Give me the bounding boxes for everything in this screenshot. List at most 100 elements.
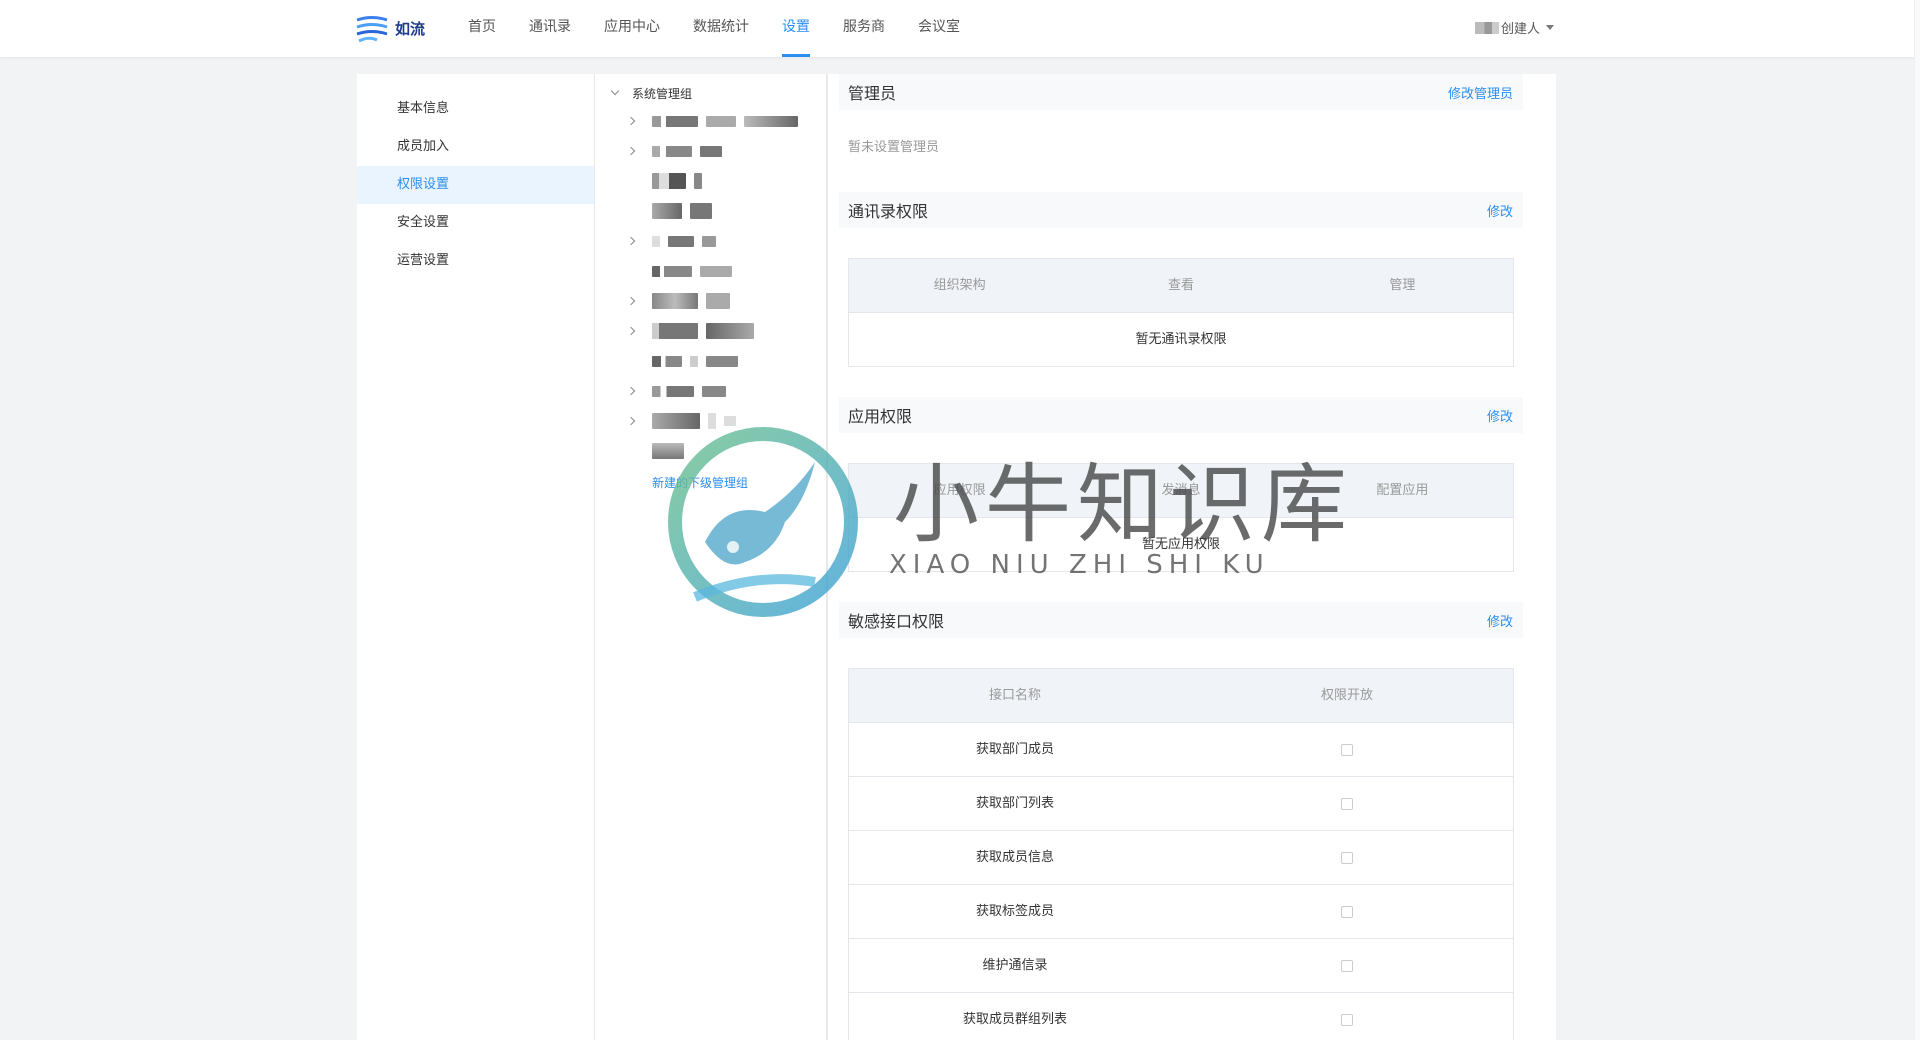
blurred-name	[652, 203, 682, 219]
tree-node[interactable]	[596, 316, 826, 346]
tree-node[interactable]	[596, 406, 826, 436]
section-title: 敏感接口权限	[848, 612, 945, 631]
permission-content: 管理员 修改管理员 暂未设置管理员 通讯录权限 修改 组织架构 查看 管理 暂无…	[831, 74, 1523, 1040]
user-role: 创建人	[1500, 22, 1540, 37]
chevron-right-icon[interactable]	[626, 296, 636, 306]
table-header: 接口名称 权限开放	[849, 669, 1513, 723]
nav-settings[interactable]: 设置	[782, 0, 810, 57]
permission-checkbox[interactable]	[1341, 851, 1353, 864]
chevron-right-icon[interactable]	[626, 116, 636, 126]
chevron-right-icon[interactable]	[626, 416, 636, 426]
blurred-name	[744, 115, 798, 127]
caret-down-icon	[1546, 25, 1554, 30]
tree-root[interactable]: 系统管理组	[596, 80, 826, 106]
admin-empty-note: 暂未设置管理员	[848, 140, 940, 155]
section-title: 管理员	[848, 84, 897, 103]
blurred-name	[694, 173, 702, 189]
tree-node[interactable]	[596, 286, 826, 316]
sidebar-item-operations[interactable]: 运营设置	[357, 242, 594, 280]
blurred-name	[702, 385, 726, 397]
column-header: 发消息	[1161, 483, 1201, 498]
permission-checkbox[interactable]	[1341, 1014, 1353, 1026]
sidebar-item-basic-info[interactable]: 基本信息	[357, 90, 594, 128]
nav-service-providers[interactable]: 服务商	[843, 0, 885, 57]
column-header: 管理	[1389, 278, 1416, 293]
blurred-name	[652, 413, 700, 429]
app-logo[interactable]: 如流	[355, 12, 435, 46]
edit-contacts-permission-link[interactable]: 修改	[1487, 201, 1523, 220]
chevron-right-icon[interactable]	[626, 146, 636, 156]
api-name: 获取标签成员	[975, 903, 1054, 919]
app-permission-header: 应用权限 修改	[839, 397, 1523, 433]
nav-home[interactable]: 首页	[468, 0, 496, 57]
tree-node[interactable]	[596, 166, 826, 196]
edit-app-permission-link[interactable]: 修改	[1487, 406, 1523, 425]
new-sub-group-link[interactable]: 新建的下级管理组	[596, 472, 826, 494]
edit-sensitive-permission-link[interactable]: 修改	[1487, 611, 1523, 630]
permission-checkbox[interactable]	[1341, 743, 1353, 756]
nav-meeting-room[interactable]: 会议室	[918, 0, 960, 57]
permission-checkbox[interactable]	[1341, 797, 1353, 810]
blurred-name	[652, 355, 682, 367]
chevron-right-icon[interactable]	[626, 326, 636, 336]
blurred-name	[652, 385, 694, 397]
column-header: 配置应用	[1376, 483, 1429, 498]
chevron-right-icon[interactable]	[626, 386, 636, 396]
user-menu[interactable]: 创建人	[1474, 18, 1554, 37]
tree-node[interactable]	[596, 196, 826, 226]
blurred-name	[652, 173, 686, 189]
api-name: 维护通信录	[982, 957, 1048, 973]
permission-checkbox[interactable]	[1341, 959, 1353, 972]
tree-node[interactable]	[596, 376, 826, 406]
logo-text: 如流	[395, 19, 426, 38]
section-title: 通讯录权限	[848, 202, 929, 221]
tree-node[interactable]	[596, 136, 826, 166]
blurred-name	[700, 145, 722, 157]
settings-sidebar: 基本信息 成员加入 权限设置 安全设置 运营设置	[357, 74, 595, 1040]
table-header: 组织架构 查看 管理	[849, 259, 1513, 313]
column-header: 组织架构	[933, 278, 986, 293]
tree-node[interactable]	[596, 346, 826, 376]
sidebar-item-permissions[interactable]: 权限设置	[357, 166, 594, 204]
table-row: 维护通信录	[849, 939, 1513, 993]
contacts-permission-table: 组织架构 查看 管理 暂无通讯录权限	[848, 258, 1514, 367]
blurred-name	[702, 235, 716, 247]
blurred-name	[690, 355, 698, 367]
table-empty-text: 暂无通讯录权限	[1135, 332, 1227, 347]
blurred-name	[652, 235, 660, 247]
api-name: 获取成员群组列表	[962, 1012, 1067, 1027]
chevron-down-icon[interactable]	[610, 86, 620, 96]
scrollbar[interactable]	[1914, 0, 1920, 1040]
blurred-name	[652, 145, 692, 157]
sensitive-api-table: 接口名称 权限开放 获取部门成员 获取部门列表 获取成员信息 获取标签成员 维护…	[848, 668, 1514, 1040]
nav-contacts[interactable]: 通讯录	[529, 0, 571, 57]
blurred-name	[708, 413, 716, 429]
blurred-name	[706, 323, 754, 339]
column-header: 权限开放	[1320, 688, 1373, 703]
contacts-permission-header: 通讯录权限 修改	[839, 192, 1523, 228]
blurred-name	[652, 115, 698, 127]
table-row: 获取部门成员	[849, 723, 1513, 777]
blurred-name	[706, 293, 730, 309]
table-header: 应用权限 发消息 配置应用	[849, 464, 1513, 518]
nav-app-center[interactable]: 应用中心	[604, 0, 660, 57]
settings-panel: 基本信息 成员加入 权限设置 安全设置 运营设置 系统管理组 新建的下级管理组 …	[357, 74, 1556, 1040]
avatar	[1474, 21, 1499, 34]
chevron-right-icon[interactable]	[626, 236, 636, 246]
top-nav-bar: 如流 首页 通讯录 应用中心 数据统计 设置 服务商 会议室 创建人	[0, 0, 1914, 57]
admin-group-tree: 系统管理组 新建的下级管理组	[596, 74, 828, 1040]
tree-node[interactable]	[596, 436, 826, 466]
nav-statistics[interactable]: 数据统计	[693, 0, 749, 57]
sensitive-api-header: 敏感接口权限 修改	[839, 602, 1523, 638]
tree-node[interactable]	[596, 256, 826, 286]
sidebar-item-member-join[interactable]: 成员加入	[357, 128, 594, 166]
column-header: 接口名称	[988, 688, 1041, 703]
sidebar-item-security[interactable]: 安全设置	[357, 204, 594, 242]
edit-admin-link[interactable]: 修改管理员	[1448, 83, 1523, 102]
table-row: 获取标签成员	[849, 885, 1513, 939]
permission-checkbox[interactable]	[1341, 905, 1353, 918]
tree-root-label: 系统管理组	[632, 86, 693, 101]
tree-node[interactable]	[596, 226, 826, 256]
column-header: 应用权限	[933, 483, 986, 498]
tree-node[interactable]	[596, 106, 826, 136]
